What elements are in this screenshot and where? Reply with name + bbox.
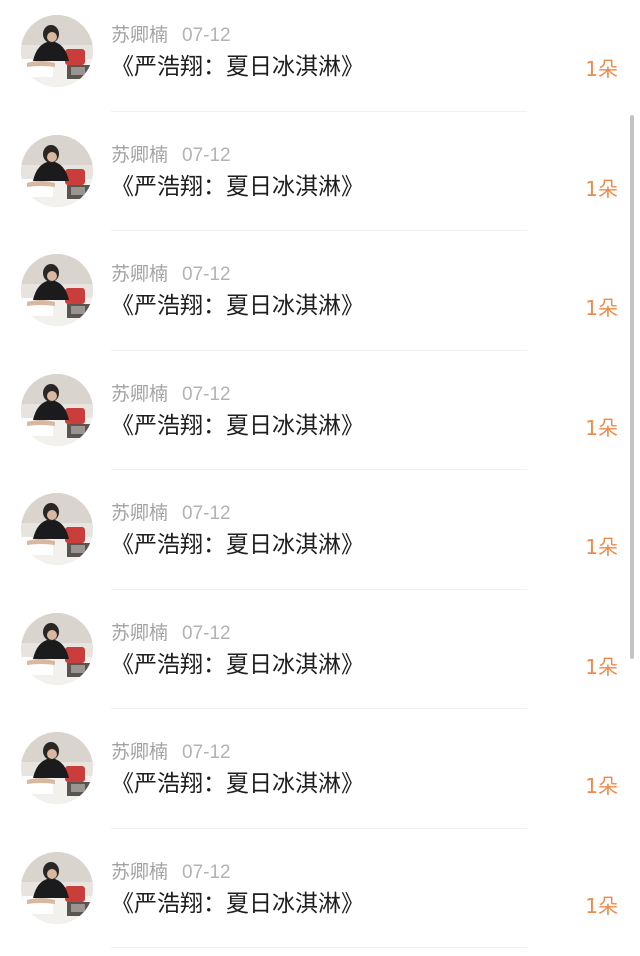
scrollbar[interactable] bbox=[630, 115, 634, 659]
list-item[interactable]: 苏卿楠 07-12 《严浩翔：夏日冰淇淋》 1朵 bbox=[0, 359, 640, 479]
list-item[interactable]: 苏卿楠 07-12 《严浩翔：夏日冰淇淋》 1朵 bbox=[0, 717, 640, 837]
date: 07-12 bbox=[182, 264, 231, 285]
divider bbox=[111, 111, 527, 112]
flower-count: 1朵 bbox=[585, 293, 618, 323]
avatar[interactable] bbox=[21, 852, 93, 924]
username[interactable]: 苏卿楠 bbox=[111, 263, 168, 285]
gift-record-list: 苏卿楠 07-12 《严浩翔：夏日冰淇淋》 1朵 苏卿楠 07-12 《严浩翔：夏日… bbox=[0, 0, 640, 956]
flower-count: 1朵 bbox=[585, 413, 618, 443]
item-title[interactable]: 《严浩翔：夏日冰淇淋》 bbox=[111, 529, 364, 561]
item-title[interactable]: 《严浩翔：夏日冰淇淋》 bbox=[111, 768, 364, 800]
item-title[interactable]: 《严浩翔：夏日冰淇淋》 bbox=[111, 649, 364, 681]
list-item[interactable]: 苏卿楠 07-12 《严浩翔：夏日冰淇淋》 1朵 bbox=[0, 120, 640, 240]
item-title[interactable]: 《严浩翔：夏日冰淇淋》 bbox=[111, 290, 364, 322]
username[interactable]: 苏卿楠 bbox=[111, 144, 168, 166]
divider bbox=[111, 230, 527, 231]
avatar[interactable] bbox=[21, 732, 93, 804]
flower-count: 1朵 bbox=[585, 891, 618, 921]
username[interactable]: 苏卿楠 bbox=[111, 24, 168, 46]
flower-count: 1朵 bbox=[585, 174, 618, 204]
divider bbox=[111, 947, 527, 948]
username[interactable]: 苏卿楠 bbox=[111, 622, 168, 644]
date: 07-12 bbox=[182, 742, 231, 763]
avatar[interactable] bbox=[21, 613, 93, 685]
divider bbox=[111, 469, 527, 470]
flower-count: 1朵 bbox=[585, 652, 618, 682]
date: 07-12 bbox=[182, 25, 231, 46]
username[interactable]: 苏卿楠 bbox=[111, 502, 168, 524]
list-item[interactable]: 苏卿楠 07-12 《严浩翔：夏日冰淇淋》 1朵 bbox=[0, 0, 640, 120]
item-title[interactable]: 《严浩翔：夏日冰淇淋》 bbox=[111, 888, 364, 920]
flower-count: 1朵 bbox=[585, 771, 618, 801]
date: 07-12 bbox=[182, 503, 231, 524]
divider bbox=[111, 589, 527, 590]
list-item[interactable]: 苏卿楠 07-12 《严浩翔：夏日冰淇淋》 1朵 bbox=[0, 239, 640, 359]
divider bbox=[111, 708, 527, 709]
date: 07-12 bbox=[182, 862, 231, 883]
date: 07-12 bbox=[182, 384, 231, 405]
item-title[interactable]: 《严浩翔：夏日冰淇淋》 bbox=[111, 410, 364, 442]
avatar[interactable] bbox=[21, 15, 93, 87]
avatar[interactable] bbox=[21, 374, 93, 446]
date: 07-12 bbox=[182, 145, 231, 166]
divider bbox=[111, 828, 527, 829]
avatar[interactable] bbox=[21, 254, 93, 326]
username[interactable]: 苏卿楠 bbox=[111, 383, 168, 405]
divider bbox=[111, 350, 527, 351]
list-item[interactable]: 苏卿楠 07-12 《严浩翔：夏日冰淇淋》 1朵 bbox=[0, 478, 640, 598]
list-item[interactable]: 苏卿楠 07-12 《严浩翔：夏日冰淇淋》 1朵 bbox=[0, 598, 640, 718]
username[interactable]: 苏卿楠 bbox=[111, 861, 168, 883]
item-title[interactable]: 《严浩翔：夏日冰淇淋》 bbox=[111, 51, 364, 83]
avatar[interactable] bbox=[21, 135, 93, 207]
flower-count: 1朵 bbox=[585, 532, 618, 562]
item-title[interactable]: 《严浩翔：夏日冰淇淋》 bbox=[111, 171, 364, 203]
flower-count: 1朵 bbox=[585, 54, 618, 84]
list-item[interactable]: 苏卿楠 07-12 《严浩翔：夏日冰淇淋》 1朵 bbox=[0, 837, 640, 956]
username[interactable]: 苏卿楠 bbox=[111, 741, 168, 763]
date: 07-12 bbox=[182, 623, 231, 644]
avatar[interactable] bbox=[21, 493, 93, 565]
